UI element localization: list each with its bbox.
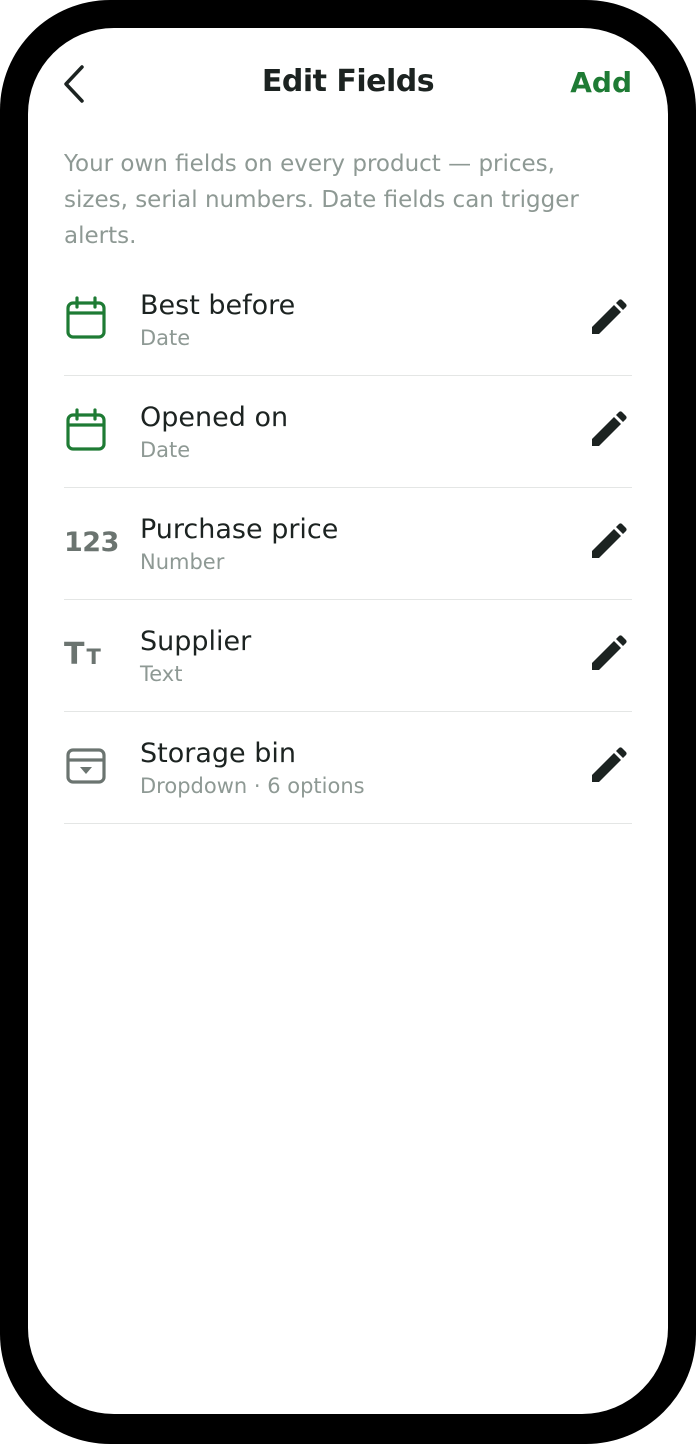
edit-button[interactable] — [584, 742, 632, 790]
pencil-icon — [592, 635, 627, 670]
field-row-purchase-price[interactable]: 123 Purchase price Number — [64, 488, 632, 600]
pencil-icon — [592, 299, 627, 334]
phone-frame: Edit Fields Add Your own fields on every… — [0, 0, 696, 1444]
page-description: Your own fields on every product — price… — [64, 151, 579, 249]
dropdown-icon — [64, 740, 118, 792]
field-list: Best before Date Opened on Date 123 Purc… — [64, 264, 632, 824]
field-type: Number — [140, 550, 225, 574]
edit-button[interactable] — [584, 406, 632, 454]
pencil-icon — [592, 747, 627, 782]
field-name: Best before — [140, 290, 296, 321]
field-row-storage-bin[interactable]: Storage bin Dropdown · 6 options — [64, 712, 632, 824]
field-type: Dropdown · 6 options — [140, 774, 365, 798]
field-type: Date — [140, 326, 191, 350]
text-icon-small-glyph: T — [86, 645, 101, 669]
field-name: Supplier — [140, 626, 252, 657]
edit-button[interactable] — [584, 294, 632, 342]
pencil-icon — [592, 411, 627, 446]
calendar-icon — [64, 292, 118, 344]
number-icon-glyph: 123 — [64, 526, 119, 558]
field-type: Text — [140, 662, 183, 686]
header-bar: Edit Fields Add — [28, 28, 668, 138]
text-icon: TT — [64, 628, 118, 680]
text-icon-large-glyph: T — [64, 636, 85, 672]
edit-button[interactable] — [584, 630, 632, 678]
edit-button[interactable] — [584, 518, 632, 566]
field-row-opened-on[interactable]: Opened on Date — [64, 376, 632, 488]
number-icon: 123 — [64, 516, 119, 568]
pencil-icon — [592, 523, 627, 558]
field-name: Opened on — [140, 402, 289, 433]
field-row-best-before[interactable]: Best before Date — [64, 264, 632, 376]
field-type: Date — [140, 438, 191, 462]
screen: Edit Fields Add Your own fields on every… — [28, 28, 668, 1414]
field-row-supplier[interactable]: TT Supplier Text — [64, 600, 632, 712]
calendar-icon — [64, 404, 118, 456]
add-field-button[interactable]: Add — [570, 66, 632, 99]
field-name: Purchase price — [140, 514, 339, 545]
field-name: Storage bin — [140, 738, 296, 769]
